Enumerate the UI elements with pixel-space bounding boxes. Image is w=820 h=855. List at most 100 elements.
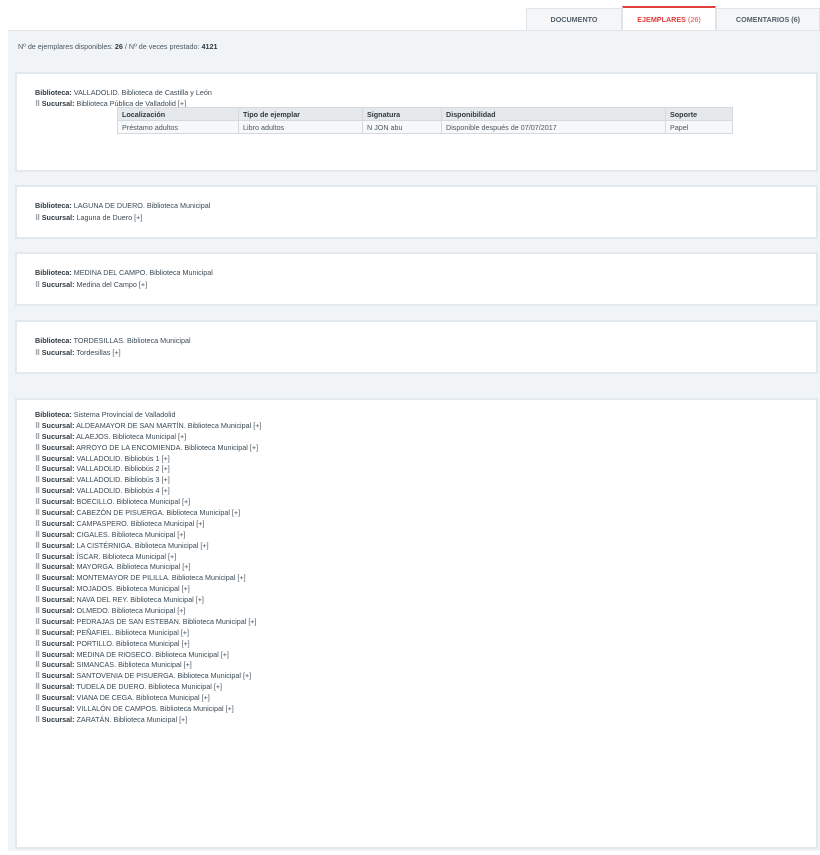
tab-documento[interactable]: DOCUMENTO	[526, 8, 622, 30]
col-disponibilidad: Disponibilidad	[441, 107, 666, 121]
sucursal-line: ⠿ Sucursal: SIMANCAS. Biblioteca Municipa…	[35, 660, 261, 671]
library-card: Biblioteca: VALLADOLID. Biblioteca de Ca…	[15, 72, 818, 172]
sucursal-line: ⠿ Sucursal: MONTEMAYOR DE PILILLA. Biblio…	[35, 573, 261, 584]
sucursal-line: ⠿ Sucursal: ARROYO DE LA ENCOMIENDA. Bibl…	[35, 443, 261, 454]
expand-button[interactable]: [+]	[179, 715, 187, 724]
drag-dots-icon: ⠿	[35, 464, 40, 474]
sucursal-line: ⠿ Sucursal: ÍSCAR. Biblioteca Municipal […	[35, 552, 261, 563]
drag-dots-icon: ⠿	[35, 638, 40, 648]
biblioteca-line: Biblioteca: LAGUNA DE DUERO. Biblioteca …	[35, 201, 210, 210]
expand-button[interactable]: [+]	[112, 348, 120, 357]
sucursal-name: CABEZÓN DE PISUERGA. Biblioteca Municipa…	[76, 508, 230, 518]
biblioteca-name: VALLADOLID. Biblioteca de Castilla y Leó…	[73, 88, 212, 97]
tab-comentarios[interactable]: COMENTARIOS (6)	[716, 8, 820, 30]
sucursal-line: ⠿ Sucursal: VALLADOLID. Bibliobús 2 [+]	[35, 464, 261, 475]
expand-button[interactable]: [+]	[182, 497, 190, 506]
drag-dots-icon: ⠿	[35, 508, 40, 518]
biblioteca-line: Biblioteca: VALLADOLID. Biblioteca de Ca…	[35, 88, 212, 97]
sucursal-name: SANTOVENIA DE PISUERGA. Biblioteca Munic…	[76, 671, 241, 681]
expand-button[interactable]: [+]	[226, 704, 234, 713]
drag-dots-icon: ⠿	[35, 595, 40, 605]
drag-dots-icon: ⠿	[35, 529, 40, 539]
expand-button[interactable]: [+]	[162, 464, 170, 473]
sucursal-label: Sucursal:	[41, 638, 75, 648]
sucursal-line: ⠿ Sucursal: Laguna de Duero [+]	[35, 213, 142, 222]
sucursal-name: MEDINA DE RIOSECO. Biblioteca Municipal	[76, 649, 219, 659]
expand-button[interactable]: [+]	[196, 519, 204, 528]
biblioteca-line: Biblioteca: Sistema Provincial de Vallad…	[35, 410, 261, 421]
expand-button[interactable]: [+]	[134, 213, 142, 222]
expand-button[interactable]: [+]	[182, 562, 190, 571]
biblioteca-label: Biblioteca:	[35, 410, 72, 419]
drag-dots-icon: ⠿	[35, 442, 40, 452]
expand-button[interactable]: [+]	[182, 584, 190, 593]
sucursal-line: ⠿ Sucursal: ZARATÁN. Biblioteca Municipal…	[35, 715, 261, 726]
sucursal-label: Sucursal:	[41, 508, 75, 518]
sucursal-label: Sucursal:	[41, 584, 75, 594]
expand-button[interactable]: [+]	[243, 671, 251, 680]
expand-button[interactable]: [+]	[177, 530, 185, 539]
sucursal-name: TUDELA DE DUERO. Biblioteca Municipal	[76, 682, 212, 692]
provincial-list: Biblioteca: Sistema Provincial de Vallad…	[35, 410, 261, 726]
tab-ejemplares[interactable]: EJEMPLARES (26)	[622, 6, 716, 30]
sucursal-label: Sucursal:	[41, 497, 75, 507]
expand-button[interactable]: [+]	[202, 693, 210, 702]
expand-button[interactable]: [+]	[181, 639, 189, 648]
expand-button[interactable]: [+]	[162, 486, 170, 495]
table-row: Préstamo adultos Libro adultos N JON abu…	[117, 120, 733, 134]
tab-bar: DOCUMENTO EJEMPLARES (26) COMENTARIOS (6…	[526, 6, 820, 30]
sucursal-name: ARROYO DE LA ENCOMIENDA. Biblioteca Muni…	[76, 442, 248, 452]
expand-button[interactable]: [+]	[162, 454, 170, 463]
sucursal-name: BOECILLO. Biblioteca Municipal	[76, 497, 180, 507]
sucursal-name: CIGALES. Biblioteca Municipal	[76, 529, 176, 539]
expand-button[interactable]: [+]	[196, 595, 204, 604]
disponibles-label: Nº de ejemplares disponibles:	[18, 42, 113, 51]
sucursal-name: VALLADOLID. Bibliobús 2	[76, 464, 160, 474]
sucursal-label: Sucursal:	[41, 464, 75, 474]
sucursal-label: Sucursal:	[41, 420, 75, 430]
expand-button[interactable]: [+]	[168, 552, 176, 561]
sucursal-label: Sucursal:	[41, 714, 75, 724]
sucursal-line: ⠿ Sucursal: VALLADOLID. Bibliobús 1 [+]	[35, 454, 261, 465]
expand-button[interactable]: [+]	[184, 660, 192, 669]
sucursal-line: ⠿ Sucursal: OLMEDO. Biblioteca Municipal …	[35, 606, 261, 617]
sucursal-label: Sucursal:	[41, 280, 75, 289]
expand-button[interactable]: [+]	[139, 280, 147, 289]
expand-button[interactable]: [+]	[232, 508, 240, 517]
drag-dots-icon: ⠿	[35, 616, 40, 626]
expand-button[interactable]: [+]	[248, 617, 256, 626]
expand-button[interactable]: [+]	[181, 628, 189, 637]
drag-dots-icon: ⠿	[35, 551, 40, 561]
drag-dots-icon: ⠿	[35, 431, 40, 441]
biblioteca-line: Biblioteca: TORDESILLAS. Biblioteca Muni…	[35, 336, 191, 345]
expand-button[interactable]: [+]	[200, 541, 208, 550]
sucursal-name: MONTEMAYOR DE PILILLA. Biblioteca Munici…	[76, 573, 236, 583]
col-signatura: Signatura	[362, 107, 442, 121]
expand-button[interactable]: [+]	[250, 443, 258, 452]
sucursal-name: ÍSCAR. Biblioteca Municipal	[76, 551, 167, 561]
expand-button[interactable]: [+]	[214, 682, 222, 691]
sucursal-line: ⠿ Sucursal: PEÑAFIEL. Biblioteca Municipa…	[35, 628, 261, 639]
sucursal-line: ⠿ Sucursal: CIGALES. Biblioteca Municipal…	[35, 530, 261, 541]
sucursal-name: NAVA DEL REY. Biblioteca Municipal	[76, 595, 194, 605]
expand-button[interactable]: [+]	[177, 606, 185, 615]
sucursal-line: ⠿ Sucursal: MOJADOS. Biblioteca Municipal…	[35, 584, 261, 595]
expand-button[interactable]: [+]	[178, 432, 186, 441]
drag-dots-icon: ⠿	[35, 606, 40, 616]
drag-dots-icon: ⠿	[35, 280, 40, 289]
sucursal-name: LA CISTÉRNIGA. Biblioteca Municipal	[76, 540, 199, 550]
sucursal-line: ⠿ Sucursal: ALDEAMAYOR DE SAN MARTÍN. Bib…	[35, 421, 261, 432]
sucursal-label: Sucursal:	[41, 453, 75, 463]
biblioteca-label: Biblioteca:	[35, 336, 72, 345]
drag-dots-icon: ⠿	[35, 486, 40, 496]
expand-button[interactable]: [+]	[253, 421, 261, 430]
expand-button[interactable]: [+]	[162, 475, 170, 484]
sucursal-label: Sucursal:	[41, 682, 75, 692]
expand-button[interactable]: [+]	[237, 573, 245, 582]
sucursal-label: Sucursal:	[41, 627, 75, 637]
sucursal-line: ⠿ Sucursal: MEDINA DE RIOSECO. Biblioteca…	[35, 650, 261, 661]
table-header-row: Localización Tipo de ejemplar Signatura …	[117, 107, 733, 121]
drag-dots-icon: ⠿	[35, 682, 40, 692]
expand-button[interactable]: [+]	[221, 650, 229, 659]
sucursal-label: Sucursal:	[41, 616, 75, 626]
